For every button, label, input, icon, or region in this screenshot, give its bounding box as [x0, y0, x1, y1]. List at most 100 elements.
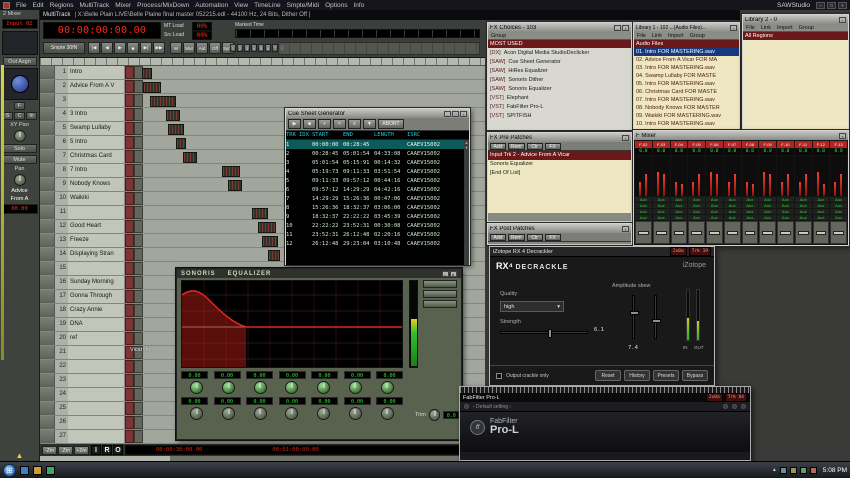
patch-item[interactable]: [End Of List] — [488, 169, 631, 178]
audio-region[interactable] — [150, 96, 176, 107]
track-fx-button[interactable] — [125, 318, 134, 331]
mode-button[interactable]: W — [170, 42, 182, 54]
track-eq-button[interactable] — [134, 192, 143, 205]
preset-nav[interactable]: ‹ Default setting › — [473, 404, 511, 410]
menu-item[interactable]: Group — [799, 25, 814, 31]
track-name[interactable] — [68, 388, 125, 401]
library1-header[interactable]: Audio Files — [634, 40, 739, 48]
fx-choices-titlebar[interactable]: FX Choices - 103 –× — [488, 23, 631, 32]
track-eq-button[interactable] — [134, 164, 143, 177]
audio-region[interactable] — [228, 180, 242, 191]
menu-item[interactable]: View — [234, 2, 248, 9]
eq-band-knob[interactable] — [381, 407, 394, 420]
aux-send-button[interactable]: Aux — [653, 215, 670, 220]
track-eq-button[interactable] — [134, 416, 143, 429]
cue-scrollbar[interactable]: ▲▼ — [464, 140, 469, 265]
menu-item[interactable]: File — [746, 25, 755, 31]
track-fx-button[interactable] — [125, 402, 134, 415]
menu-item[interactable]: Group — [690, 33, 705, 39]
track-assign-indicator[interactable]: Trk 04 — [725, 393, 747, 402]
menu-item[interactable]: Link — [761, 25, 771, 31]
rx-action-button[interactable]: Presets — [653, 370, 679, 381]
cue-row[interactable]: 100:00:0000:28:45CAAEV15002 — [286, 140, 469, 149]
clock[interactable]: 5:08 PM — [823, 467, 847, 474]
aux-send-button[interactable]: Aux — [635, 215, 652, 220]
track-arm-button[interactable] — [40, 220, 55, 233]
quick-launch-icon[interactable] — [33, 466, 42, 475]
close-icon[interactable]: × — [839, 17, 846, 23]
track-arm-button[interactable] — [40, 66, 55, 79]
audio-region[interactable] — [142, 68, 152, 79]
menu-item[interactable]: Info — [353, 2, 364, 9]
track-name[interactable]: Swamp Lullaby — [68, 122, 125, 135]
channel-fader[interactable] — [759, 221, 776, 244]
track-fx-button[interactable] — [125, 248, 134, 261]
track-name[interactable]: 3 Intro — [68, 108, 125, 121]
track-fx-button[interactable] — [125, 178, 134, 191]
track-eq-button[interactable] — [134, 430, 143, 443]
track-name[interactable]: Crazy Annie — [68, 304, 125, 317]
track-fx-button[interactable] — [125, 416, 134, 429]
track-arm-button[interactable] — [40, 276, 55, 289]
close-icon[interactable]: × — [622, 226, 629, 232]
aux-send-button[interactable]: Aux — [742, 197, 759, 202]
transport-button[interactable]: ■ — [127, 42, 139, 54]
close-icon[interactable]: × — [838, 2, 847, 9]
track-fx-button[interactable] — [125, 206, 134, 219]
channel-fader[interactable] — [742, 221, 759, 244]
out-asgn-button[interactable]: Out Asgn — [3, 57, 37, 66]
zoom-button[interactable]: +Zm — [74, 446, 89, 455]
rx-action-button[interactable]: Reset — [595, 370, 621, 381]
transport-button[interactable]: ▶| — [140, 42, 152, 54]
cue-row[interactable]: 1022:22:2223:52:3100:30:08CAAEV15002 — [286, 221, 469, 230]
track-fx-button[interactable] — [125, 276, 134, 289]
track-eq-button[interactable] — [134, 206, 143, 219]
transport-button[interactable]: |◀ — [88, 42, 100, 54]
eq-band-knob[interactable] — [190, 381, 203, 394]
rx-action-button[interactable]: Bypass — [682, 370, 708, 381]
layout-button[interactable]: 5 — [258, 44, 264, 52]
cue-row[interactable]: 1123:52:3126:12:4802:20:16CAAEV15002 — [286, 230, 469, 239]
amp-skew-slider-2[interactable] — [654, 295, 657, 339]
xy-pan-knob[interactable] — [14, 130, 26, 142]
track-name[interactable]: Freeze — [68, 234, 125, 247]
patch-tool-button[interactable]: Rem — [508, 143, 525, 150]
eq-band-knob[interactable] — [317, 407, 330, 420]
aux-send-button[interactable]: Aux — [742, 203, 759, 208]
track-eq-button[interactable] — [134, 388, 143, 401]
aux-send-button[interactable]: Aux — [688, 197, 705, 202]
tray-icon[interactable] — [790, 467, 797, 474]
zoom-button[interactable]: .Zm — [58, 446, 73, 455]
track-eq-button[interactable] — [134, 108, 143, 121]
aux-send-button[interactable]: Aux — [777, 197, 794, 202]
aux-send-button[interactable]: Aux — [777, 209, 794, 214]
layout-button[interactable]: 3 — [244, 44, 250, 52]
fabfilter-host-titlebar[interactable]: FabFilter Pro-L 2x0a Trk 04 — [460, 393, 750, 402]
transport-button[interactable]: ▶▶ — [153, 42, 165, 54]
mixer-mode-button[interactable]: In — [26, 112, 37, 120]
track-name[interactable]: 5 Intro — [68, 136, 125, 149]
region-hot-label[interactable]: Vicar .by — [130, 347, 151, 353]
aux-send-button[interactable]: Aux — [635, 203, 652, 208]
audio-region[interactable] — [252, 208, 268, 219]
fx-plugin-item[interactable]: [VST]Elephant — [488, 93, 631, 102]
cue-row[interactable]: 200:28:4505:01:5404:33:08CAAEV15002 — [286, 149, 469, 158]
track-arm-button[interactable] — [40, 346, 55, 359]
smpte-mode-button[interactable]: Smpte 30fN — [43, 42, 85, 54]
aux-send-button[interactable]: Aux — [653, 197, 670, 202]
aux-send-button[interactable]: Aux — [759, 203, 776, 208]
menu-item[interactable]: Edit — [32, 2, 43, 9]
aux-send-button[interactable]: Aux — [742, 215, 759, 220]
track-arm-button[interactable] — [40, 178, 55, 191]
menu-item[interactable]: TimeLine — [254, 2, 281, 9]
cue-sheet-titlebar[interactable]: Cue Sheet Generator –□× — [286, 109, 469, 118]
track-eq-button[interactable] — [134, 360, 143, 373]
track-eq-button[interactable] — [134, 94, 143, 107]
abort-button[interactable]: ABORT — [378, 119, 404, 129]
timeline-ruler[interactable] — [40, 58, 485, 66]
strength-slider[interactable] — [500, 331, 588, 334]
track-fx-button[interactable] — [125, 360, 134, 373]
zoom-button[interactable]: -Zm — [42, 446, 57, 455]
cue-tool-button[interactable]: ≡ — [348, 119, 361, 129]
menu-item[interactable]: Options — [325, 2, 347, 9]
